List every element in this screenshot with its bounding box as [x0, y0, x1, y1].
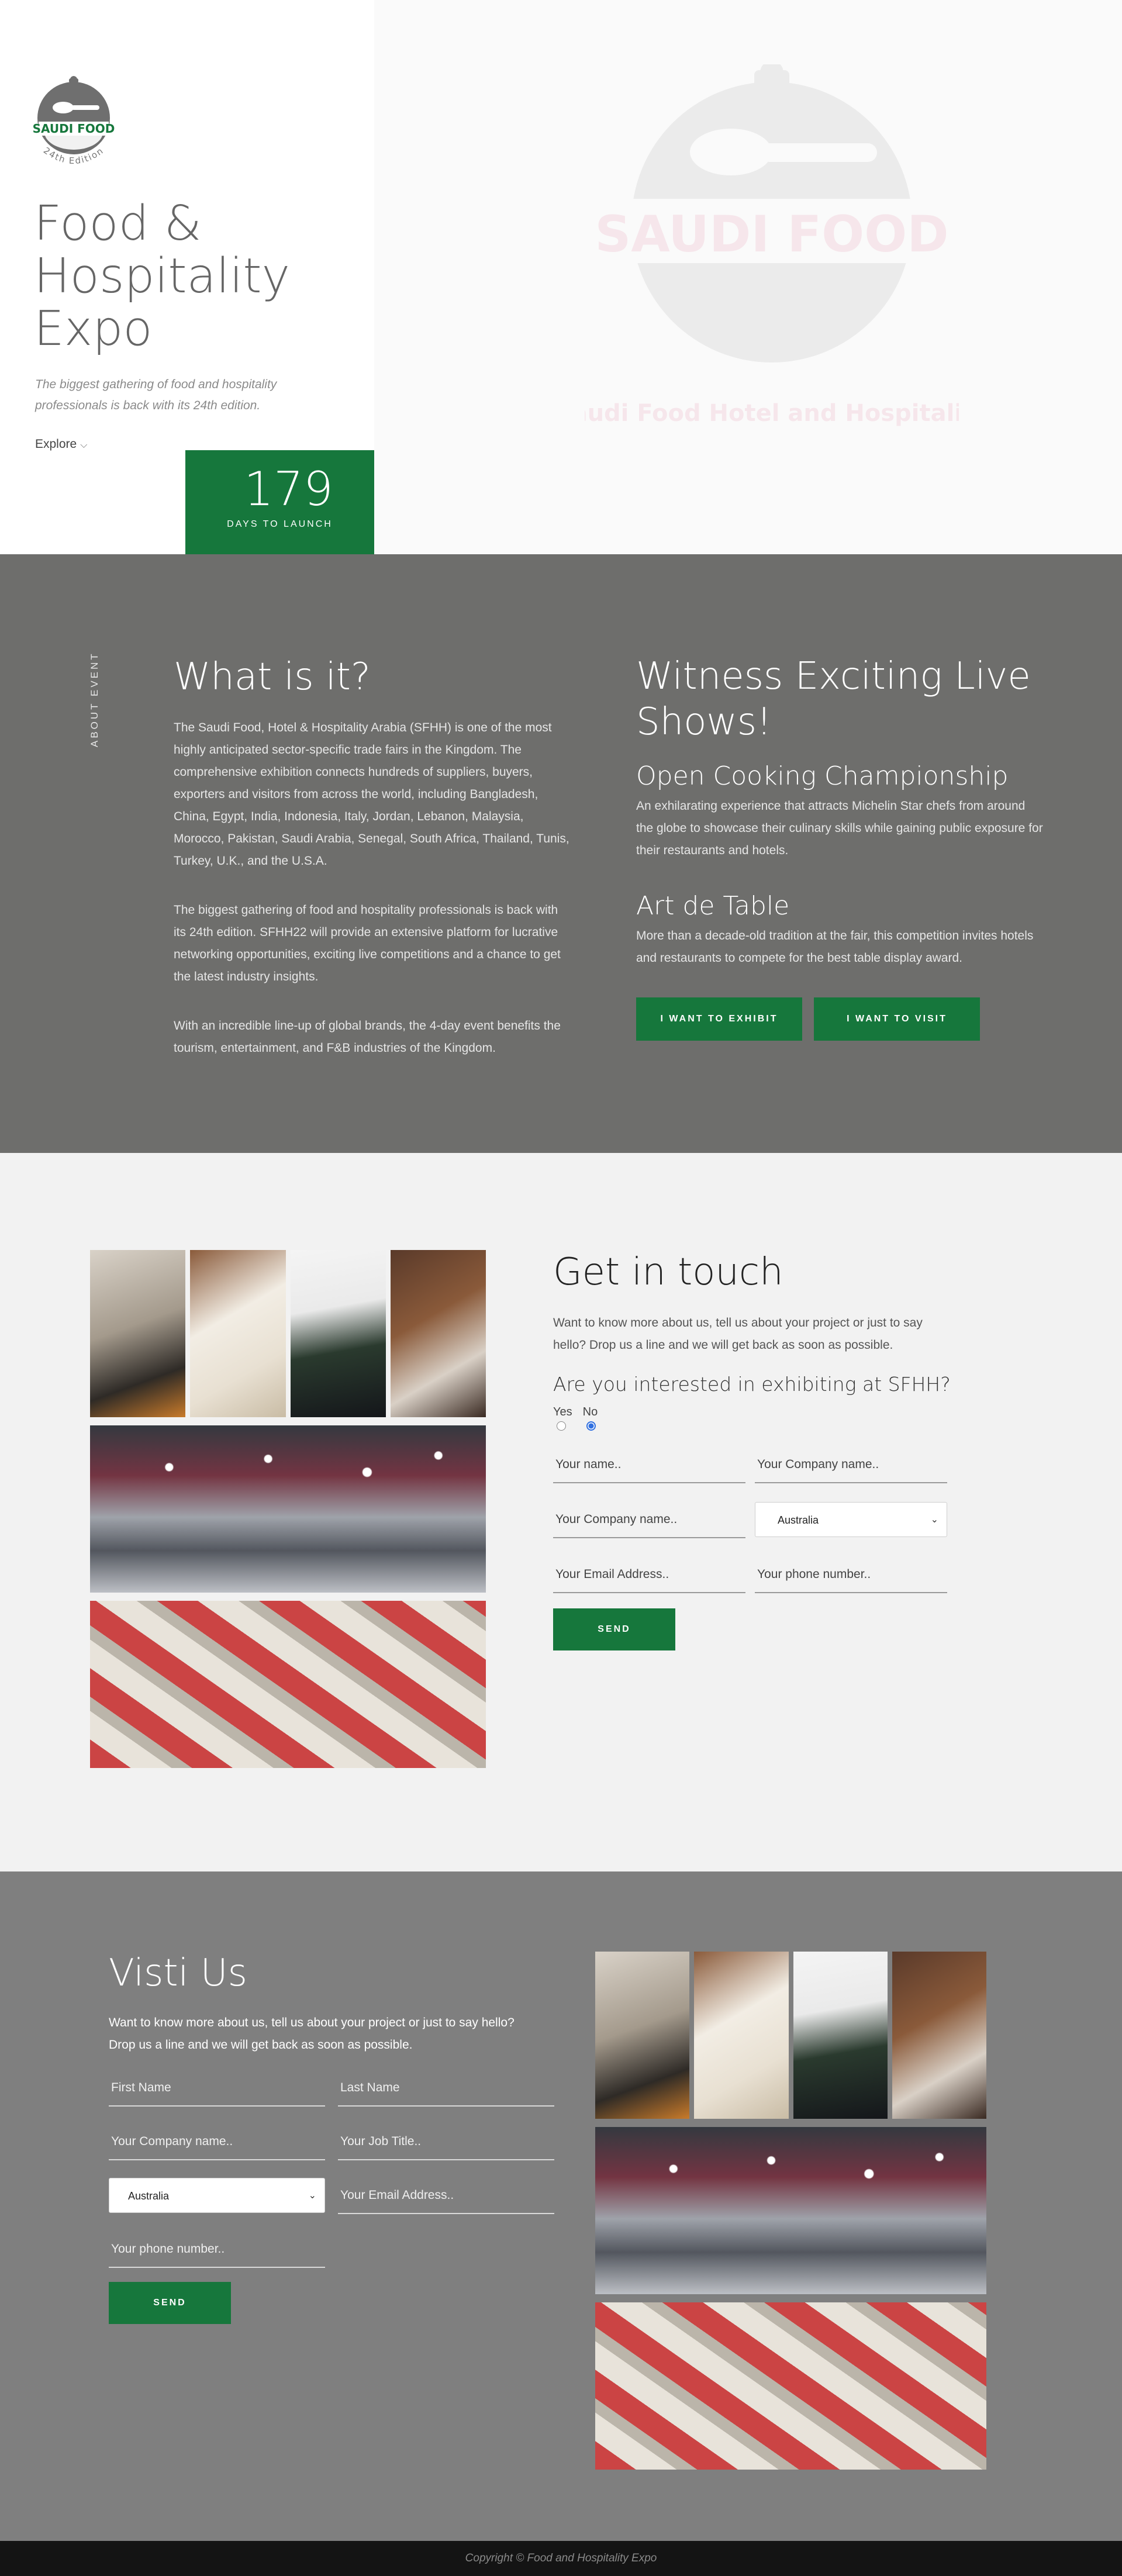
- gallery-image-towels: [190, 1250, 286, 1417]
- about-paragraph-1: The Saudi Food, Hotel & Hospitality Arab…: [174, 721, 569, 868]
- gallery-image-chef-pan: [90, 1250, 186, 1417]
- company-field[interactable]: Your Company name..: [755, 1446, 947, 1483]
- footer: Copyright © Food and Hospitality Expo: [0, 2541, 1122, 2576]
- visit-gallery: [595, 1952, 986, 2470]
- name-field[interactable]: Your name..: [553, 1446, 745, 1483]
- gallery-image-cloche: [390, 1250, 486, 1417]
- exhibit-question: Are you interested in exhibiting at SFHH…: [553, 1373, 951, 1396]
- country-select[interactable]: Australia ⌄: [755, 1502, 947, 1537]
- visit-email-field[interactable]: Your Email Address..: [338, 2177, 554, 2214]
- countdown-value: 179: [244, 462, 333, 516]
- show-title-art-de-table: Art de Table: [636, 891, 790, 921]
- hero-title: Food & Hospitality Expo: [34, 196, 291, 357]
- last-name-field[interactable]: Last Name: [338, 2069, 554, 2107]
- contact-section: Get in touch Want to know more about us,…: [0, 1153, 1122, 1871]
- contact-title: Get in touch: [553, 1251, 783, 1294]
- visit-company-field[interactable]: Your Company name..: [109, 2123, 325, 2160]
- about-side-label: ABOUT EVENT: [89, 651, 100, 747]
- cta-buttons: I WANT TO EXHIBIT I WANT TO VISIT: [636, 997, 1045, 1041]
- countdown-box: 179 DAYS TO LAUNCH: [185, 450, 374, 554]
- svg-text:SAUDI FOOD: SAUDI FOOD: [33, 122, 115, 136]
- hero-section: SAUDI FOOD 24th Edition Food & Hospitali…: [0, 0, 1122, 554]
- visit-row-1: First Name Last Name: [109, 2069, 559, 2107]
- job-title-field[interactable]: Your Job Title..: [338, 2123, 554, 2160]
- show-title-cooking: Open Cooking Championship: [636, 761, 1009, 791]
- about-title: What is it?: [174, 655, 371, 699]
- radio-no-label: No: [582, 1406, 598, 1418]
- copyright-text: Copyright © Food and Hospitality Expo: [465, 2552, 657, 2564]
- visit-image-expo-floor: [595, 2302, 986, 2470]
- visit-button[interactable]: I WANT TO VISIT: [814, 997, 980, 1041]
- email-field[interactable]: Your Email Address..: [553, 1556, 745, 1593]
- explore-link[interactable]: Explore ⌵: [35, 437, 87, 451]
- chevron-down-icon: ⌄: [930, 1515, 938, 1525]
- gallery-image-expo-floor: [90, 1601, 486, 1768]
- form-row-2: Your Company name.. Australia ⌄: [553, 1501, 951, 1538]
- about-description: What is it? The Saudi Food, Hotel & Hosp…: [174, 654, 571, 1086]
- gallery-image-plated-dish: [290, 1250, 386, 1417]
- hero-left-panel: SAUDI FOOD 24th Edition Food & Hospitali…: [0, 0, 374, 554]
- contact-intro: Want to know more about us, tell us abou…: [553, 1316, 923, 1352]
- visit-image-cloche: [892, 1952, 986, 2119]
- explore-label: Explore: [35, 437, 77, 451]
- visit-row-2: Your Company name.. Your Job Title..: [109, 2123, 559, 2160]
- form-row-3: Your Email Address.. Your phone number..: [553, 1556, 951, 1593]
- show-text-art-de-table: More than a decade-old tradition at the …: [636, 929, 1034, 965]
- radio-no[interactable]: No: [583, 1406, 598, 1431]
- visit-country-value: Australia: [128, 2190, 170, 2202]
- contact-send-button[interactable]: SEND: [553, 1608, 675, 1650]
- visit-send-button[interactable]: SEND: [109, 2282, 231, 2324]
- exhibit-button[interactable]: I WANT TO EXHIBIT: [636, 997, 802, 1041]
- chevron-down-icon: ⌵: [80, 440, 88, 450]
- visit-phone-field[interactable]: Your phone number..: [109, 2230, 325, 2268]
- visit-country-select[interactable]: Australia ⌄: [109, 2178, 325, 2213]
- visit-image-plated-dish: [793, 1952, 888, 2119]
- visit-image-blurred-hall: [595, 2127, 986, 2294]
- exhibit-radio-group: Yes No: [553, 1406, 951, 1431]
- chevron-down-icon: ⌄: [308, 2191, 316, 2201]
- radio-yes[interactable]: Yes: [553, 1406, 572, 1431]
- radio-no-input[interactable]: [586, 1421, 596, 1431]
- visit-image-chef-pan: [595, 1952, 690, 2119]
- phone-field[interactable]: Your phone number..: [755, 1556, 947, 1593]
- visit-intro: Want to know more about us, tell us abou…: [109, 2016, 515, 2052]
- visit-row-4: Your phone number..: [109, 2230, 559, 2268]
- about-paragraph-2: The biggest gathering of food and hospit…: [174, 903, 561, 983]
- gallery-top-row: [90, 1250, 486, 1417]
- radio-yes-input[interactable]: [557, 1421, 566, 1431]
- form-row-1: Your name.. Your Company name..: [553, 1446, 951, 1483]
- svg-text:SAUDI FOOD: SAUDI FOOD: [595, 205, 948, 264]
- visit-section: Visti Us Want to know more about us, tel…: [0, 1871, 1122, 2541]
- svg-text:Saudi Food Hotel and Hospitali: Saudi Food Hotel and Hospitality: [585, 400, 959, 427]
- countdown-label: DAYS TO LAUNCH: [227, 519, 333, 529]
- visit-title: Visti Us: [109, 1952, 247, 1995]
- contact-gallery: [90, 1250, 486, 1768]
- contact-form: Get in touch Want to know more about us,…: [553, 1249, 951, 1650]
- radio-yes-label: Yes: [553, 1406, 572, 1418]
- about-paragraph-3: With an incredible line-up of global bra…: [174, 1019, 561, 1055]
- about-section: ABOUT EVENT What is it? The Saudi Food, …: [0, 554, 1122, 1153]
- visit-form: Visti Us Want to know more about us, tel…: [109, 1950, 559, 2324]
- saudi-food-watermark-logo: SAUDI FOOD Saudi Food Hotel and Hospital…: [585, 64, 959, 427]
- company-field-2[interactable]: Your Company name..: [553, 1501, 745, 1538]
- saudi-food-logo[interactable]: SAUDI FOOD 24th Edition: [33, 76, 115, 181]
- country-select-value: Australia: [778, 1514, 819, 1526]
- first-name-field[interactable]: First Name: [109, 2069, 325, 2107]
- visit-image-towels: [694, 1952, 789, 2119]
- gallery-image-blurred-hall: [90, 1425, 486, 1593]
- live-shows: Witness Exciting Live Shows! Open Cookin…: [636, 654, 1045, 1041]
- visit-gallery-top-row: [595, 1952, 986, 2119]
- live-shows-title: Witness Exciting Live Shows!: [636, 655, 1031, 744]
- hero-subtitle: The biggest gathering of food and hospit…: [35, 378, 277, 412]
- visit-row-3: Australia ⌄ Your Email Address..: [109, 2177, 559, 2214]
- show-text-cooking: An exhilarating experience that attracts…: [636, 799, 1043, 857]
